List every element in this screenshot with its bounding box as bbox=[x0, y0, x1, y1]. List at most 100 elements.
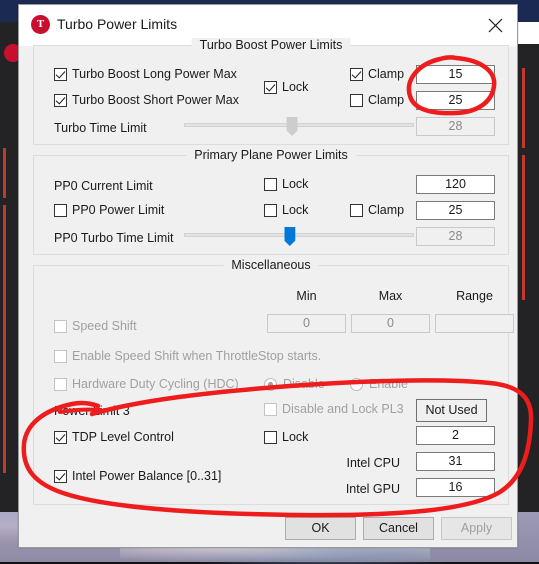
input-intel-gpu[interactable]: 16 bbox=[416, 478, 495, 497]
miscellaneous-group-title: Miscellaneous bbox=[223, 258, 319, 272]
background-accent-line bbox=[3, 148, 6, 198]
checkbox-box bbox=[54, 349, 67, 363]
input-pp0-current-limit[interactable]: 120 bbox=[416, 175, 495, 194]
column-header-max: Max bbox=[378, 289, 403, 303]
checkbox-box bbox=[350, 93, 363, 107]
input-speed-shift-range[interactable] bbox=[435, 314, 514, 333]
checkbox-box bbox=[54, 67, 67, 81]
checkbox-enable-speed-shift-on-start[interactable]: Enable Speed Shift when ThrottleStop sta… bbox=[54, 348, 321, 364]
checkbox-pp0-power-limit-clamp[interactable]: Clamp bbox=[350, 202, 404, 218]
checkbox-label: Lock bbox=[282, 177, 309, 191]
checkbox-box bbox=[54, 93, 67, 107]
input-pp0-turbo-time-limit[interactable]: 28 bbox=[416, 227, 495, 246]
ok-button[interactable]: OK bbox=[285, 517, 356, 540]
checkbox-turbo-boost-long-power-max[interactable]: Turbo Boost Long Power Max bbox=[54, 66, 237, 82]
checkbox-box bbox=[54, 430, 67, 444]
throttlestop-icon: T bbox=[31, 15, 50, 34]
turbo-boost-group-title: Turbo Boost Power Limits bbox=[191, 38, 351, 52]
checkbox-pp0-current-limit-lock[interactable]: Lock bbox=[264, 176, 308, 192]
checkbox-clamp-long[interactable]: Clamp bbox=[350, 66, 404, 82]
label-power-limit-3: Power Limit 3 bbox=[54, 404, 130, 418]
checkbox-label: Clamp bbox=[368, 93, 405, 107]
checkbox-intel-power-balance[interactable]: Intel Power Balance [0..31] bbox=[54, 468, 221, 484]
cancel-button[interactable]: Cancel bbox=[363, 517, 434, 540]
primary-plane-group-title: Primary Plane Power Limits bbox=[186, 148, 356, 162]
miscellaneous-group: Miscellaneous Min Max Range Speed Shift … bbox=[33, 258, 514, 505]
checkbox-label: TDP Level Control bbox=[72, 430, 174, 444]
apply-button[interactable]: Apply bbox=[441, 517, 512, 540]
label-pp0-turbo-time-limit: PP0 Turbo Time Limit bbox=[54, 231, 174, 245]
input-tdp-level-control[interactable]: 2 bbox=[416, 426, 495, 445]
checkbox-label: Turbo Boost Short Power Max bbox=[72, 93, 239, 107]
slider-pp0-turbo-time-limit[interactable] bbox=[184, 226, 414, 246]
checkbox-box bbox=[350, 203, 363, 217]
button-power-limit-3-status[interactable]: Not Used bbox=[416, 399, 487, 422]
turbo-power-limits-dialog: T Turbo Power Limits Turbo Boost Power L… bbox=[18, 4, 518, 548]
background-accent-line bbox=[3, 205, 6, 473]
input-turbo-boost-long-power-max[interactable]: 15 bbox=[416, 65, 495, 84]
checkbox-label: Turbo Boost Long Power Max bbox=[72, 67, 237, 81]
checkbox-turbo-lock[interactable]: Lock bbox=[264, 79, 308, 95]
input-intel-cpu[interactable]: 31 bbox=[416, 452, 495, 471]
checkbox-box bbox=[54, 377, 67, 391]
slider-thumb[interactable] bbox=[284, 227, 296, 246]
checkbox-hardware-duty-cycling[interactable]: Hardware Duty Cycling (HDC) bbox=[54, 376, 239, 392]
checkbox-box bbox=[264, 80, 277, 94]
slider-track bbox=[184, 123, 414, 127]
label-turbo-time-limit: Turbo Time Limit bbox=[54, 121, 147, 135]
checkbox-label: Clamp bbox=[368, 203, 405, 217]
checkbox-turbo-boost-short-power-max[interactable]: Turbo Boost Short Power Max bbox=[54, 92, 239, 108]
input-turbo-boost-short-power-max[interactable]: 25 bbox=[416, 91, 495, 110]
checkbox-disable-and-lock-pl3[interactable]: Disable and Lock PL3 bbox=[264, 401, 404, 417]
checkbox-box bbox=[54, 203, 67, 217]
radio-label: Disable bbox=[283, 377, 325, 391]
radio-hdc-enable[interactable]: Enable bbox=[350, 376, 408, 392]
column-header-range: Range bbox=[456, 289, 493, 303]
checkbox-pp0-power-limit[interactable]: PP0 Power Limit bbox=[54, 202, 164, 218]
checkbox-box bbox=[54, 469, 67, 483]
checkbox-label: Lock bbox=[282, 203, 309, 217]
checkbox-label: Lock bbox=[282, 430, 309, 444]
checkbox-box bbox=[264, 177, 277, 191]
radio-label: Enable bbox=[369, 377, 408, 391]
checkbox-clamp-short[interactable]: Clamp bbox=[350, 92, 404, 108]
label-intel-gpu: Intel GPU bbox=[345, 482, 400, 496]
turbo-boost-power-limits-group: Turbo Boost Power Limits Turbo Boost Lon… bbox=[33, 38, 509, 145]
label-pp0-current-limit: PP0 Current Limit bbox=[54, 179, 153, 193]
checkbox-box bbox=[54, 319, 67, 333]
checkbox-label: PP0 Power Limit bbox=[72, 203, 165, 217]
checkbox-speed-shift[interactable]: Speed Shift bbox=[54, 318, 137, 334]
checkbox-box bbox=[350, 67, 363, 81]
checkbox-label: Disable and Lock PL3 bbox=[282, 402, 404, 416]
checkbox-tdp-level-control-lock[interactable]: Lock bbox=[264, 429, 308, 445]
checkbox-box bbox=[264, 430, 277, 444]
input-pp0-power-limit[interactable]: 25 bbox=[416, 201, 495, 220]
input-turbo-time-limit[interactable]: 28 bbox=[416, 117, 495, 136]
primary-plane-power-limits-group: Primary Plane Power Limits PP0 Current L… bbox=[33, 148, 509, 255]
slider-turbo-time-limit[interactable] bbox=[184, 116, 414, 136]
radio-dot bbox=[350, 377, 363, 391]
close-button[interactable] bbox=[473, 5, 517, 45]
background-accent-line bbox=[522, 155, 525, 300]
checkbox-label: Enable Speed Shift when ThrottleStop sta… bbox=[72, 349, 322, 363]
checkbox-box bbox=[264, 203, 277, 217]
checkbox-box bbox=[264, 402, 277, 416]
checkbox-label: Hardware Duty Cycling (HDC) bbox=[72, 377, 239, 391]
checkbox-tdp-level-control[interactable]: TDP Level Control bbox=[54, 429, 174, 445]
checkbox-label: Speed Shift bbox=[72, 319, 137, 333]
label-intel-cpu: Intel CPU bbox=[346, 456, 401, 470]
column-header-min: Min bbox=[296, 289, 317, 303]
radio-hdc-disable[interactable]: Disable bbox=[264, 376, 325, 392]
input-speed-shift-min[interactable]: 0 bbox=[267, 314, 346, 333]
checkbox-label: Intel Power Balance [0..31] bbox=[72, 469, 222, 483]
radio-dot bbox=[264, 377, 277, 391]
checkbox-pp0-power-limit-lock[interactable]: Lock bbox=[264, 202, 308, 218]
slider-track bbox=[184, 233, 414, 237]
checkbox-label: Lock bbox=[282, 80, 309, 94]
window-title: Turbo Power Limits bbox=[57, 16, 178, 32]
slider-thumb[interactable] bbox=[286, 117, 298, 136]
close-icon bbox=[488, 18, 503, 33]
background-accent-line bbox=[522, 68, 525, 148]
input-speed-shift-max[interactable]: 0 bbox=[351, 314, 430, 333]
checkbox-label: Clamp bbox=[368, 67, 405, 81]
